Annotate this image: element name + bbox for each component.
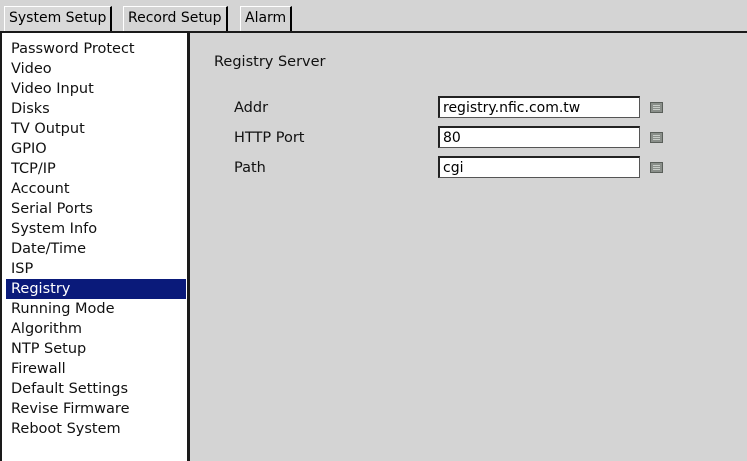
path-field[interactable] [438,156,640,178]
sidebar-item-algorithm[interactable]: Algorithm [6,319,186,339]
sidebar-item-firewall[interactable]: Firewall [6,359,186,379]
sidebar-item-video[interactable]: Video [6,59,186,79]
sidebar-item-gpio[interactable]: GPIO [6,139,186,159]
sidebar-item-account[interactable]: Account [6,179,186,199]
keyboard-icon[interactable] [650,162,663,173]
settings-category-list[interactable]: Password Protect Video Video Input Disks… [0,31,190,461]
sidebar-item-system-info[interactable]: System Info [6,219,186,239]
sidebar-item-serial-ports[interactable]: Serial Ports [6,199,186,219]
sidebar-item-video-input[interactable]: Video Input [6,79,186,99]
path-label: Path [234,160,266,176]
sidebar-item-revise-firmware[interactable]: Revise Firmware [6,399,186,419]
sidebar-item-default-settings[interactable]: Default Settings [6,379,186,399]
section-title: Registry Server [214,54,326,70]
http-port-label: HTTP Port [234,130,305,146]
registry-settings-panel: Registry Server Addr HTTP Port Path [190,31,747,461]
addr-label: Addr [234,100,269,116]
sidebar-item-tv-output[interactable]: TV Output [6,119,186,139]
sidebar-item-password-protect[interactable]: Password Protect [6,39,186,59]
tab-bar: System Setup Record Setup Alarm [0,0,747,31]
tab-record-setup[interactable]: Record Setup [123,6,228,31]
tab-system-setup[interactable]: System Setup [4,6,113,31]
addr-field[interactable] [438,96,640,118]
http-port-field[interactable] [438,126,640,148]
keyboard-icon[interactable] [650,132,663,143]
sidebar-item-ntp-setup[interactable]: NTP Setup [6,339,186,359]
sidebar-item-date-time[interactable]: Date/Time [6,239,186,259]
keyboard-icon[interactable] [650,102,663,113]
sidebar-item-reboot-system[interactable]: Reboot System [6,419,186,439]
tab-alarm[interactable]: Alarm [240,6,293,31]
sidebar-item-isp[interactable]: ISP [6,259,186,279]
sidebar-item-running-mode[interactable]: Running Mode [6,299,186,319]
sidebar-item-registry[interactable]: Registry [6,279,186,299]
sidebar-item-disks[interactable]: Disks [6,99,186,119]
sidebar-item-tcp-ip[interactable]: TCP/IP [6,159,186,179]
